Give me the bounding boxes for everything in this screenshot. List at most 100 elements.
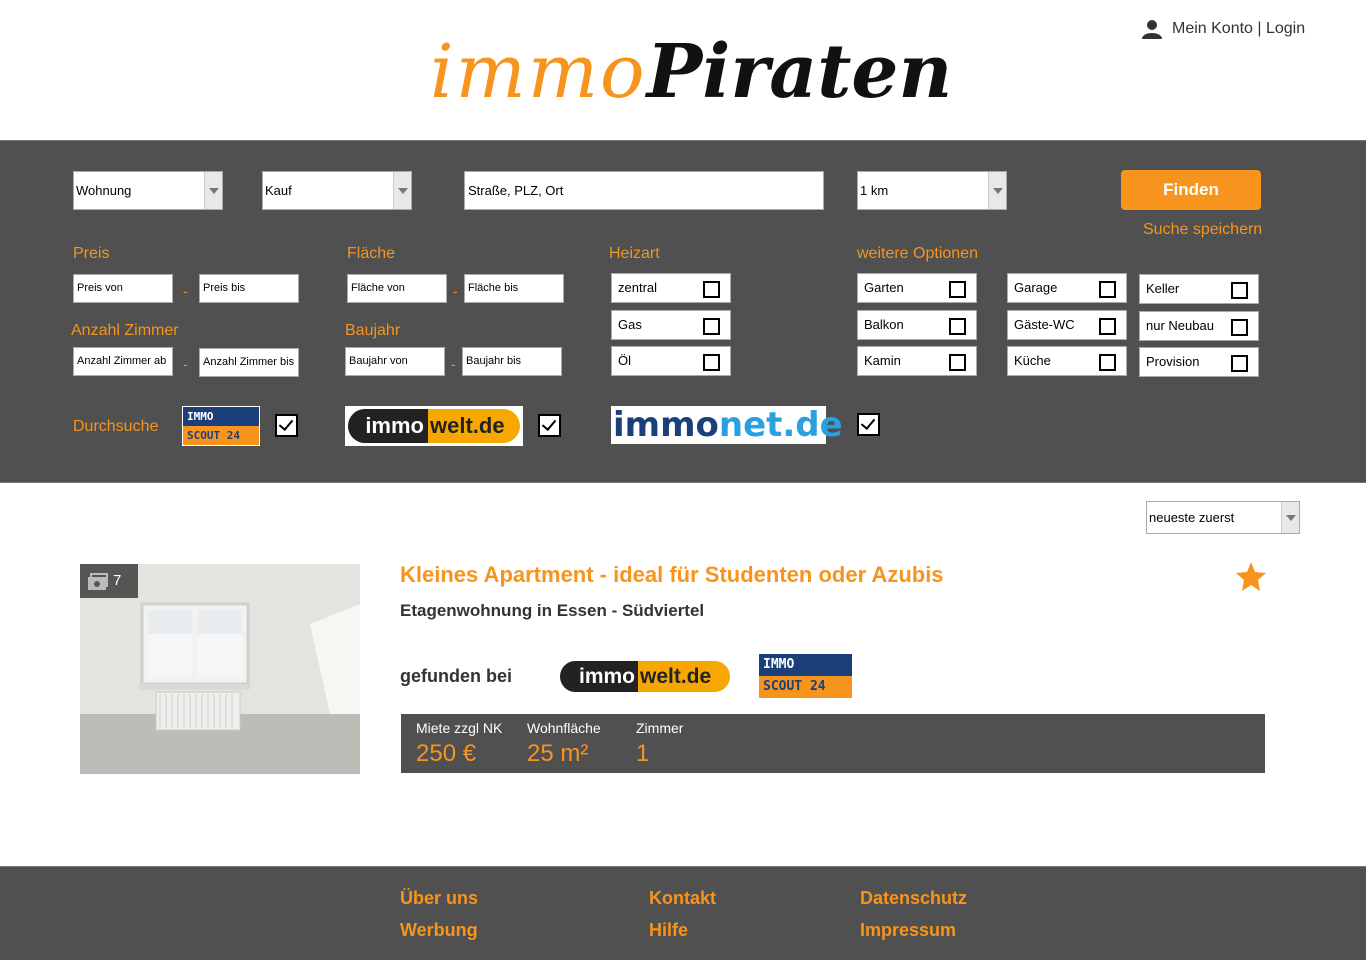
found-at-label: gefunden bei bbox=[400, 666, 512, 686]
property-type-value: Wohnung bbox=[76, 183, 132, 198]
area-from-input[interactable]: Fläche von bbox=[347, 274, 447, 303]
site-logo[interactable]: immoPiraten bbox=[430, 22, 952, 122]
checkbox[interactable] bbox=[1099, 281, 1116, 298]
footer-link-help[interactable]: Hilfe bbox=[649, 920, 688, 941]
immoscout24-logo: IMMO SCOUT 24 bbox=[182, 406, 260, 446]
year-to-input[interactable]: Baujahr bis bbox=[462, 347, 562, 376]
option-gaeste-wc[interactable]: Gäste-WC bbox=[1007, 310, 1127, 340]
sort-select[interactable]: neueste zuerst bbox=[1146, 501, 1300, 534]
option-label: Gäste-WC bbox=[1014, 317, 1075, 332]
checkbox[interactable] bbox=[1231, 355, 1248, 372]
immowelt-logo: immo welt.de bbox=[345, 406, 523, 446]
option-nur-neubau[interactable]: nur Neubau bbox=[1139, 311, 1259, 341]
chevron-down-icon bbox=[204, 172, 222, 209]
footer-link-contact[interactable]: Kontakt bbox=[649, 888, 716, 909]
user-icon bbox=[1142, 20, 1162, 39]
property-type-select[interactable]: Wohnung bbox=[73, 171, 223, 210]
photo-count-badge: 7 bbox=[80, 564, 138, 598]
footer-link-imprint[interactable]: Impressum bbox=[860, 920, 956, 941]
immowelt-logo-part-b: welt.de bbox=[430, 413, 505, 438]
more-options-label: weitere Optionen bbox=[857, 245, 978, 262]
photo-count: 7 bbox=[113, 572, 122, 589]
listing-photo[interactable]: 7 bbox=[80, 564, 360, 774]
heating-option-oil[interactable]: Öl bbox=[611, 346, 731, 376]
option-label: zentral bbox=[618, 280, 658, 295]
option-label: Öl bbox=[618, 353, 631, 368]
footer-link-privacy[interactable]: Datenschutz bbox=[860, 888, 967, 909]
checkbox[interactable] bbox=[1099, 354, 1116, 371]
option-kueche[interactable]: Küche bbox=[1007, 346, 1127, 376]
checkbox[interactable] bbox=[949, 354, 966, 371]
immonet-logo: immonet.de bbox=[611, 405, 843, 445]
source-immowelt-checkbox[interactable] bbox=[538, 414, 561, 437]
immowelt-logo-part-a: immo bbox=[560, 661, 638, 692]
sort-value: neueste zuerst bbox=[1149, 510, 1235, 525]
rooms-to-input[interactable]: Anzahl Zimmer bis bbox=[199, 348, 299, 377]
price-from-input[interactable]: Preis von bbox=[73, 274, 173, 303]
heating-option-zentral[interactable]: zentral bbox=[611, 273, 731, 303]
chevron-down-icon bbox=[1281, 502, 1299, 533]
radius-value: 1 km bbox=[860, 183, 889, 198]
year-from-input[interactable]: Baujahr von bbox=[345, 347, 445, 376]
rooms-fact-value: 1 bbox=[636, 740, 650, 767]
offer-type-select[interactable]: Kauf bbox=[262, 171, 412, 210]
is24-top-text: IMMO bbox=[183, 407, 259, 426]
option-garage[interactable]: Garage bbox=[1007, 273, 1127, 303]
checkbox[interactable] bbox=[703, 318, 720, 335]
checkbox[interactable] bbox=[949, 281, 966, 298]
chevron-down-icon bbox=[393, 172, 411, 209]
listing-immowelt-logo[interactable]: immo welt.de bbox=[560, 660, 732, 694]
year-label: Baujahr bbox=[345, 322, 401, 339]
find-button[interactable]: Finden bbox=[1121, 170, 1261, 210]
heating-option-gas[interactable]: Gas bbox=[611, 310, 731, 340]
option-provision[interactable]: Provision bbox=[1139, 347, 1259, 377]
option-label: Balkon bbox=[864, 317, 904, 332]
logo-part-piraten: Piraten bbox=[646, 29, 953, 115]
rooms-from-input[interactable]: Anzahl Zimmer ab bbox=[73, 347, 173, 376]
option-kamin[interactable]: Kamin bbox=[857, 346, 977, 376]
is24-bottom-text: SCOUT 24 bbox=[183, 426, 259, 445]
immonet-logo-part-b: net.de bbox=[718, 405, 843, 445]
price-to-input[interactable]: Preis bis bbox=[199, 274, 299, 303]
favorite-star-icon[interactable] bbox=[1235, 561, 1267, 593]
listing-immoscout24-logo[interactable]: IMMO SCOUT 24 bbox=[759, 654, 852, 699]
footer-link-about[interactable]: Über uns bbox=[400, 888, 478, 909]
radius-select[interactable]: 1 km bbox=[857, 171, 1007, 210]
option-keller[interactable]: Keller bbox=[1139, 274, 1259, 304]
area-dash: - bbox=[453, 283, 458, 299]
immonet-logo-part-a: immo bbox=[613, 405, 719, 445]
footer: Über uns Werbung Kontakt Hilfe Datenschu… bbox=[0, 866, 1366, 960]
rent-label: Miete zzgl NK bbox=[416, 720, 503, 736]
rooms-fact-label: Zimmer bbox=[636, 720, 684, 736]
checkbox[interactable] bbox=[949, 318, 966, 335]
checkbox[interactable] bbox=[1099, 318, 1116, 335]
rooms-label: Anzahl Zimmer bbox=[71, 322, 179, 339]
price-label: Preis bbox=[73, 245, 110, 262]
area-to-input[interactable]: Fläche bis bbox=[464, 274, 564, 303]
area-label: Fläche bbox=[347, 245, 396, 262]
location-placeholder: Straße, PLZ, Ort bbox=[468, 183, 564, 198]
immowelt-logo-part-a: immo bbox=[348, 409, 428, 443]
source-immoscout24-checkbox[interactable] bbox=[275, 414, 298, 437]
logo-part-immo: immo bbox=[430, 29, 647, 115]
checkbox[interactable] bbox=[1231, 282, 1248, 299]
immowelt-logo-part-b: welt.de bbox=[640, 665, 712, 688]
account-login-link[interactable]: Mein Konto | Login bbox=[1142, 16, 1305, 42]
checkbox[interactable] bbox=[1231, 319, 1248, 336]
camera-icon bbox=[88, 573, 108, 590]
source-immonet-checkbox[interactable] bbox=[857, 413, 880, 436]
checkbox[interactable] bbox=[703, 281, 720, 298]
option-label: nur Neubau bbox=[1146, 318, 1214, 333]
option-balkon[interactable]: Balkon bbox=[857, 310, 977, 340]
option-label: Küche bbox=[1014, 353, 1051, 368]
location-input[interactable]: Straße, PLZ, Ort bbox=[464, 171, 824, 210]
listing-title[interactable]: Kleines Apartment - ideal für Studenten … bbox=[400, 562, 944, 588]
listing-subtitle: Etagenwohnung in Essen - Südviertel bbox=[400, 601, 705, 620]
save-search-link[interactable]: Suche speichern bbox=[1143, 221, 1262, 239]
option-label: Garten bbox=[864, 280, 904, 295]
option-garten[interactable]: Garten bbox=[857, 273, 977, 303]
account-label: Mein Konto | Login bbox=[1172, 20, 1306, 37]
is24-top-text: IMMO bbox=[759, 654, 852, 676]
checkbox[interactable] bbox=[703, 354, 720, 371]
footer-link-ads[interactable]: Werbung bbox=[400, 920, 478, 941]
